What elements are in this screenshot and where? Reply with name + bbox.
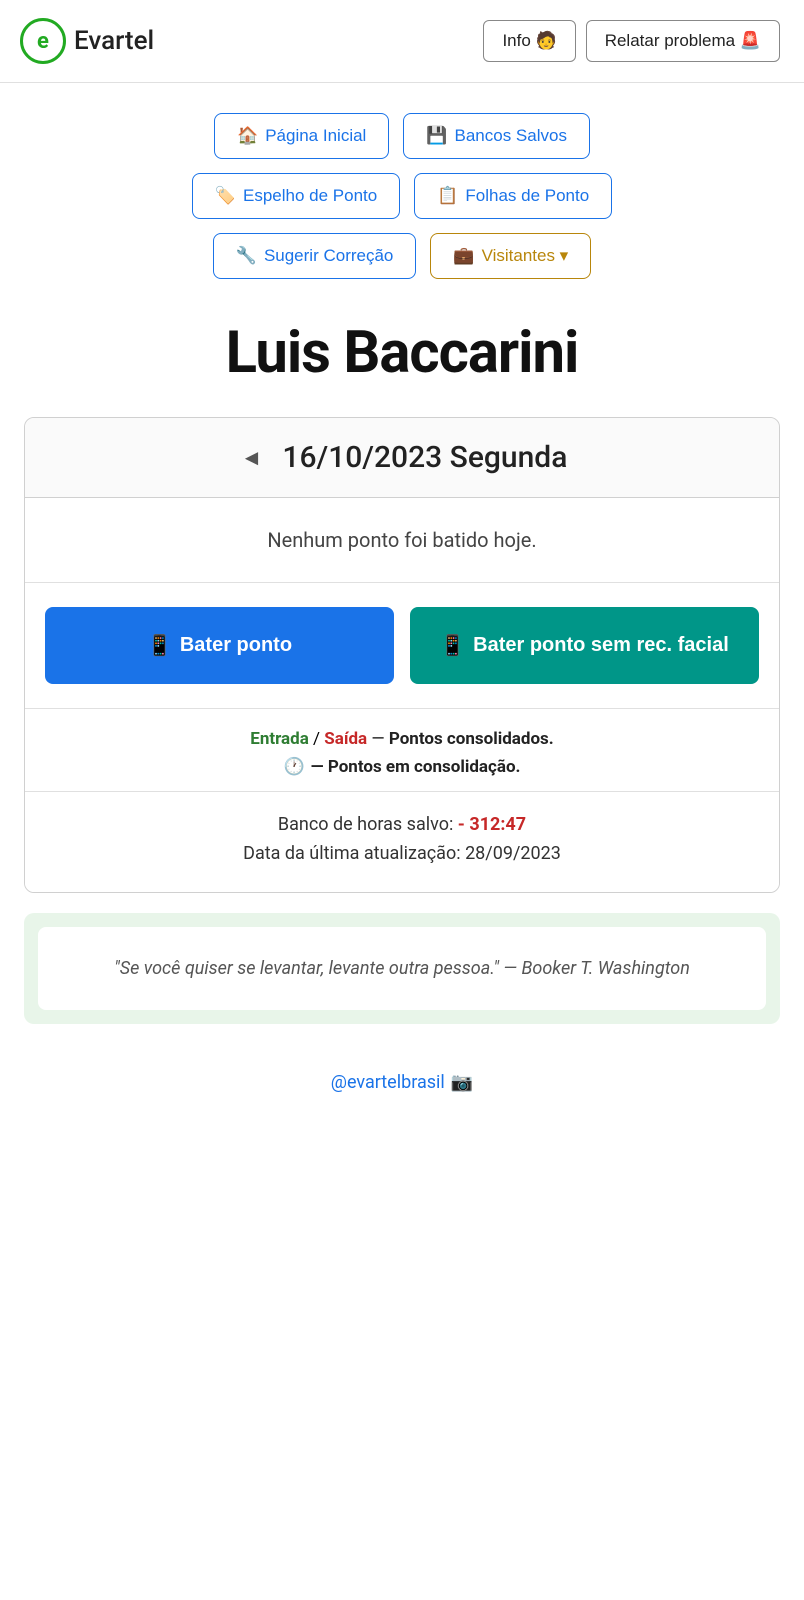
nav-section: 🏠 Página Inicial 💾 Bancos Salvos 🏷️ Espe… (0, 83, 804, 289)
nav-row-1: 🏠 Página Inicial 💾 Bancos Salvos (214, 113, 590, 159)
nav-visitantes[interactable]: 💼 Visitantes ▾ (430, 233, 591, 279)
app-name: Evartel (74, 26, 154, 56)
entrada-label: Entrada (250, 729, 309, 749)
nav-pagina-inicial[interactable]: 🏠 Página Inicial (214, 113, 389, 159)
quote-outer: "Se você quiser se levantar, levante out… (24, 913, 780, 1024)
legend-section: Entrada / Saída — Pontos consolidados. 🕐… (25, 709, 779, 792)
no-ponto-message: Nenhum ponto foi batido hoje. (25, 498, 779, 583)
consolidated-label: Pontos consolidados. (389, 729, 554, 749)
nav-espelho-ponto[interactable]: 🏷️ Espelho de Ponto (192, 173, 400, 219)
banco-value: - 312:47 (458, 814, 526, 835)
briefcase-icon: 💼 (453, 246, 474, 266)
update-date: 28/09/2023 (465, 843, 561, 864)
ponto-buttons: 📱 Bater ponto 📱 Bater ponto sem rec. fac… (25, 583, 779, 709)
quote-inner: "Se você quiser se levantar, levante out… (38, 927, 766, 1010)
instagram-icon: 📷 (451, 1072, 473, 1093)
header-buttons: Info 🧑 Relatar problema 🚨 (483, 20, 780, 62)
date-card: ◄ 16/10/2023 Segunda Nenhum ponto foi ba… (24, 417, 780, 893)
nav-bancos-salvos[interactable]: 💾 Bancos Salvos (403, 113, 590, 159)
nav-sugerir-correcao[interactable]: 🔧 Sugerir Correção (213, 233, 417, 279)
logo-circle: e (20, 18, 66, 64)
saida-label: Saída (324, 729, 367, 749)
home-icon: 🏠 (237, 126, 258, 146)
prev-date-button[interactable]: ◄ (237, 445, 267, 471)
footer: @evartelbrasil 📷 (0, 1044, 804, 1133)
nav-row-3: 🔧 Sugerir Correção 💼 Visitantes ▾ (213, 233, 591, 279)
bater-ponto-button[interactable]: 📱 Bater ponto (45, 607, 394, 684)
banco-section: Banco de horas salvo: - 312:47 Data da ú… (25, 792, 779, 892)
banco-line: Banco de horas salvo: - 312:47 (45, 814, 759, 835)
wrench-icon: 🔧 (236, 246, 257, 266)
tag-icon: 🏷️ (215, 186, 236, 206)
phone-icon: 📱 (147, 633, 172, 658)
logo-area: e Evartel (20, 18, 154, 64)
update-line: Data da última atualização: 28/09/2023 (45, 843, 759, 864)
instagram-label: @evartelbrasil (331, 1072, 445, 1093)
banco-label: Banco de horas salvo: (278, 814, 458, 835)
current-date: 16/10/2023 Segunda (282, 440, 567, 475)
instagram-link[interactable]: @evartelbrasil 📷 (331, 1072, 473, 1093)
nav-folhas-ponto[interactable]: 📋 Folhas de Ponto (414, 173, 612, 219)
card-body: Nenhum ponto foi batido hoje. 📱 Bater po… (25, 498, 779, 892)
folder-icon: 📋 (437, 186, 458, 206)
clock-icon: 🕐 (284, 757, 305, 777)
phone2-icon: 📱 (440, 633, 465, 658)
bater-ponto-sem-facial-button[interactable]: 📱 Bater ponto sem rec. facial (410, 607, 759, 684)
user-name: Luis Baccarini (0, 289, 804, 397)
consolidating-label: — Pontos em consolidação. (311, 757, 521, 777)
header: e Evartel Info 🧑 Relatar problema 🚨 (0, 0, 804, 83)
quote-text: "Se você quiser se levantar, levante out… (62, 955, 742, 982)
date-header: ◄ 16/10/2023 Segunda (25, 418, 779, 498)
info-button[interactable]: Info 🧑 (483, 20, 575, 62)
save-icon: 💾 (426, 126, 447, 146)
legend-line1: Entrada / Saída — Pontos consolidados. (45, 729, 759, 749)
legend-dash: — (371, 729, 389, 749)
legend-line2: 🕐 — Pontos em consolidação. (45, 757, 759, 777)
update-label: Data da última atualização: (243, 843, 465, 864)
nav-row-2: 🏷️ Espelho de Ponto 📋 Folhas de Ponto (192, 173, 612, 219)
logo-letter: e (37, 29, 49, 54)
legend-slash: / (313, 729, 324, 749)
report-button[interactable]: Relatar problema 🚨 (586, 20, 780, 62)
